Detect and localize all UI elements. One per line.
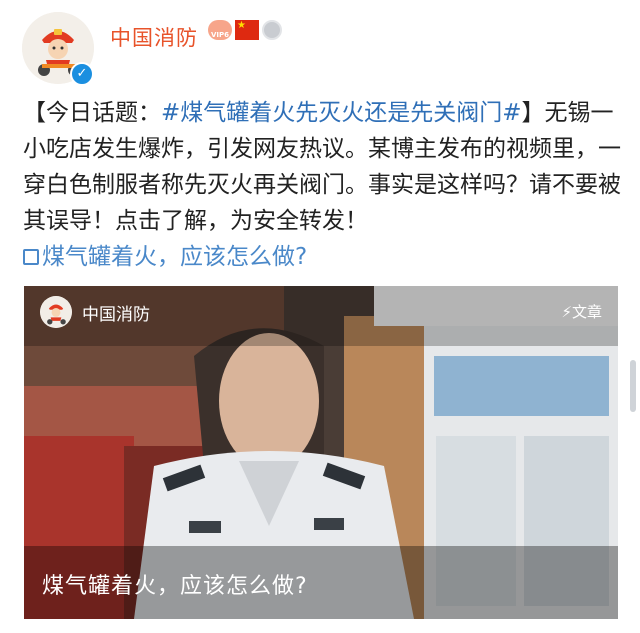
medal-icon[interactable] [262, 20, 282, 40]
topic-bracket-open: 【今日话题： [23, 100, 161, 126]
verified-icon: ✓ [70, 62, 94, 86]
video-caption: 煤气罐着火，应该怎么做? [42, 574, 308, 599]
video-source-name[interactable]: 中国消防 [82, 300, 150, 325]
vip-badge-icon[interactable]: VIP6 [208, 20, 232, 40]
article-link-icon [23, 249, 39, 265]
video-card[interactable]: 中国消防 ⚡文章 煤气罐着火，应该怎么做? [24, 286, 618, 619]
scrollbar[interactable] [630, 360, 636, 412]
username[interactable]: 中国消防 [110, 22, 198, 52]
lightning-icon: ⚡ [561, 303, 572, 321]
badge-row: VIP6 [208, 20, 282, 40]
firefighter-mascot-icon [40, 296, 72, 328]
topic-hashtag-link[interactable]: #煤气罐着火先灭火还是先关阀门# [161, 100, 522, 126]
article-tag[interactable]: ⚡文章 [561, 301, 602, 322]
video-source-avatar[interactable] [40, 296, 72, 328]
article-link[interactable]: 煤气罐着火，应该怎么做? [23, 239, 623, 275]
article-link-text: 煤气罐着火，应该怎么做? [42, 244, 308, 270]
china-flag-icon[interactable] [235, 20, 259, 40]
article-tag-label: 文章 [571, 303, 602, 321]
topic-bracket-close: 】 [521, 100, 545, 126]
post-text: 【今日话题：#煤气罐着火先灭火还是先关阀门#】无锡一小吃店发生爆炸，引发网友热议… [23, 95, 623, 275]
vip-badge-text: VIP6 [211, 31, 230, 39]
